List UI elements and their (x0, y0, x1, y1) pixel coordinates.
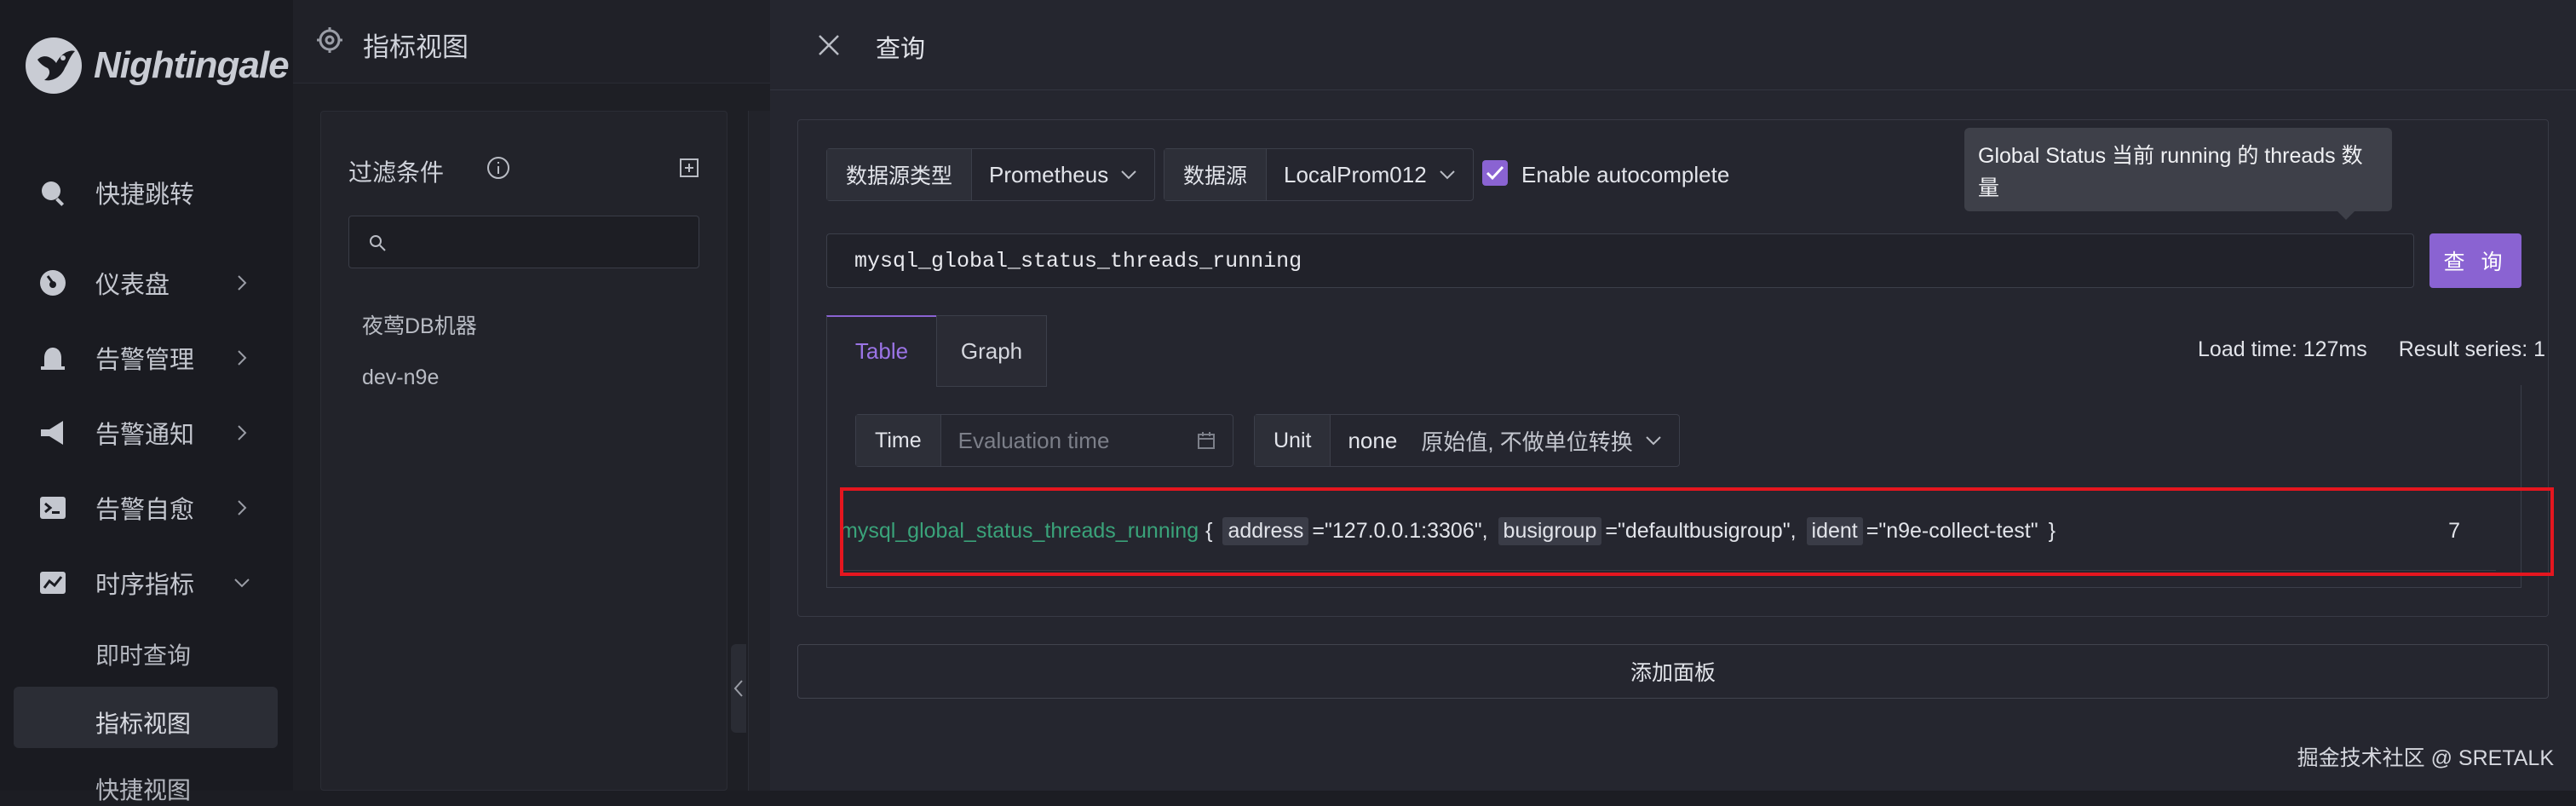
filter-item[interactable]: dev-n9e (362, 366, 439, 390)
result-tabs: Table Graph (826, 315, 1047, 387)
time-placeholder: Evaluation time (957, 427, 1110, 453)
nav-sub-quick-view[interactable]: 快捷视图 (95, 772, 191, 806)
nav-sub-instant-query[interactable]: 即时查询 (95, 637, 191, 671)
add-panel-button[interactable]: 添加面板 (797, 644, 2549, 699)
query-button[interactable]: 查 询 (2429, 233, 2521, 288)
info-icon[interactable] (486, 156, 510, 180)
watermark: 掘金技术社区 @ SRETALK (2297, 746, 2554, 770)
dashboard-icon (40, 270, 66, 296)
unit-label: Unit (1255, 415, 1331, 466)
query-drawer: 查询 数据源类型 Prometheus 数据源 LocalProm012 Ena… (770, 0, 2576, 791)
expression-text: mysql_global_status_threads_running (854, 248, 1302, 273)
chevron-right-icon (238, 500, 247, 515)
check-icon (1486, 165, 1504, 181)
nav-label: 快捷跳转 (95, 181, 195, 209)
datasource-type-value: Prometheus (989, 161, 1109, 187)
logo[interactable]: Nightingale (22, 34, 290, 97)
nav-label: 告警自愈 (95, 497, 195, 524)
chevron-right-icon (238, 425, 247, 440)
tooltip-arrow (2336, 210, 2356, 220)
unit-select[interactable]: Unit none 原始值, 不做单位转换 (1254, 414, 1680, 467)
page-title: 指标视图 (363, 32, 469, 62)
search-icon (42, 181, 65, 206)
filter-panel: 过滤条件 夜莺DB机器 dev-n9e (320, 111, 727, 791)
gear-icon[interactable] (315, 26, 344, 55)
nav-item-alert-management[interactable]: 告警管理 (0, 327, 293, 389)
nav-label: 仪表盘 (95, 272, 170, 299)
evaluation-time-picker[interactable]: Time Evaluation time (855, 414, 1233, 467)
nav-label: 时序指标 (95, 572, 195, 599)
autocomplete-checkbox[interactable] (1482, 160, 1508, 186)
load-time: Load time: 127ms (2198, 337, 2367, 361)
nav-item-alert-notify[interactable]: 告警通知 (0, 402, 293, 463)
datasource-value: LocalProm012 (1284, 161, 1427, 187)
nav-label: 告警管理 (95, 347, 195, 374)
autocomplete-label[interactable]: Enable autocomplete (1521, 162, 1729, 188)
unit-description: 原始值, 不做单位转换 (1421, 429, 1633, 455)
terminal-icon (40, 497, 66, 519)
nav-sub-metric-view[interactable]: 指标视图 (95, 705, 191, 740)
close-icon[interactable] (818, 34, 840, 56)
datasource-select[interactable]: 数据源 LocalProm012 (1164, 148, 1474, 201)
chevron-right-icon (238, 275, 247, 291)
sidebar: Nightingale 快捷跳转 仪表盘 告警管理 告警通知 告警自愈 时序指标… (0, 0, 293, 803)
nav-label: 告警通知 (95, 422, 195, 449)
page-header: 指标视图 (293, 0, 770, 83)
time-label: Time (856, 415, 941, 466)
brand-name: Nightingale (94, 44, 290, 86)
drawer-title: 查询 (876, 36, 926, 63)
nightingale-logo-icon (26, 37, 82, 94)
filter-title: 过滤条件 (348, 159, 445, 186)
metric-tooltip: Global Status 当前 running 的 threads 数量 (1964, 128, 2392, 220)
tab-table[interactable]: Table (826, 315, 937, 387)
collapse-handle[interactable] (731, 644, 746, 733)
tab-graph[interactable]: Graph (936, 315, 1047, 387)
chevron-down-icon (234, 579, 250, 588)
promql-expression-input[interactable]: mysql_global_status_threads_running (826, 233, 2414, 288)
chevron-right-icon (238, 350, 247, 366)
calendar-icon (1197, 432, 1215, 449)
datasource-type-select[interactable]: 数据源类型 Prometheus (826, 148, 1156, 201)
add-square-icon[interactable] (679, 158, 699, 178)
metric-view-page: 指标视图 过滤条件 夜莺DB机器 dev-n9e (293, 0, 770, 791)
filter-search-input[interactable] (348, 216, 699, 268)
chevron-down-icon (1121, 170, 1136, 180)
content-panel-edge (748, 111, 770, 791)
chevron-down-icon (1646, 436, 1661, 446)
chevron-down-icon (1439, 170, 1455, 180)
filter-item[interactable]: 夜莺DB机器 (362, 309, 477, 340)
datasource-label: 数据源 (1164, 149, 1268, 200)
unit-value: none (1348, 427, 1398, 453)
search-icon (370, 235, 386, 251)
nav-item-timeseries-metrics[interactable]: 时序指标 (0, 552, 293, 613)
megaphone-icon (41, 421, 63, 445)
line-chart-icon (40, 572, 66, 594)
chevron-left-icon (733, 680, 743, 697)
nav-item-alert-self-heal[interactable]: 告警自愈 (0, 477, 293, 538)
drawer-header: 查询 (770, 0, 2576, 90)
tooltip-text: Global Status 当前 running 的 threads 数量 (1978, 144, 2363, 200)
query-stats: Load time: 127ms Result series: 1 (2198, 337, 2545, 362)
result-highlight-box (840, 487, 2554, 576)
result-series: Result series: 1 (2398, 337, 2545, 361)
alarm-icon (41, 348, 65, 370)
nav-item-dashboard[interactable]: 仪表盘 (0, 252, 293, 314)
nav-item-quick-jump[interactable]: 快捷跳转 (0, 162, 293, 223)
datasource-type-label: 数据源类型 (827, 149, 973, 200)
